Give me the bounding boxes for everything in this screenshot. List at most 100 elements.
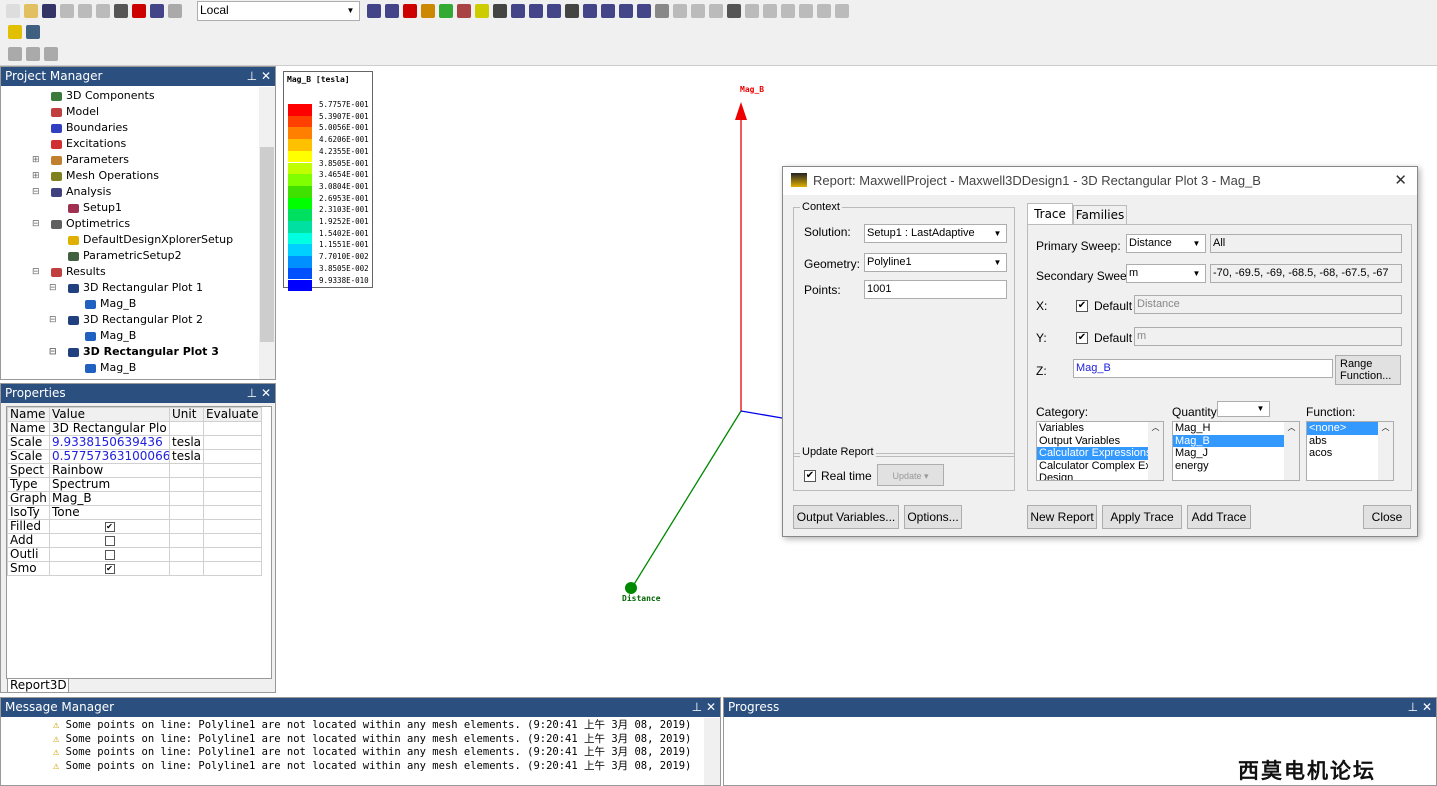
- category-list[interactable]: Variables Output Variables Calculator Expr…: [1036, 421, 1164, 481]
- primary-sweep-values[interactable]: All: [1210, 234, 1402, 253]
- property-value[interactable]: Tone: [49, 505, 170, 520]
- y-default-checkbox[interactable]: ✔: [1076, 331, 1088, 344]
- toolbar-button-icon[interactable]: [511, 4, 525, 18]
- secondary-sweep-select[interactable]: m ▼: [1126, 264, 1206, 283]
- list-scrollbar[interactable]: ︿: [1378, 422, 1393, 480]
- list-item[interactable]: Output Variables: [1037, 435, 1163, 448]
- property-row[interactable]: Filled ✔: [7, 519, 263, 534]
- list-scrollbar[interactable]: ︿: [1284, 422, 1299, 480]
- apply-trace-button[interactable]: Apply Trace: [1102, 505, 1182, 529]
- pin-close-icons[interactable]: ⊥ ✕: [692, 698, 716, 717]
- property-row[interactable]: Name 3D Rectangular Plo: [7, 421, 263, 436]
- tree-item[interactable]: Mag_B: [1, 360, 275, 376]
- property-value[interactable]: [49, 533, 170, 548]
- tree-item[interactable]: ⊟ 3D Rectangular Plot 3: [1, 344, 275, 360]
- property-row[interactable]: Scale 0.57757363100066 tesla: [7, 449, 263, 464]
- toolbar-button-icon[interactable]: [367, 4, 381, 18]
- tree-item[interactable]: ⊟ Analysis: [1, 184, 275, 200]
- expand-toggle-icon[interactable]: ⊟: [32, 264, 40, 280]
- message-item[interactable]: ⚠ Some points on line: Polyline1 are not…: [53, 733, 720, 747]
- update-button[interactable]: Update ▾: [877, 464, 944, 486]
- property-row[interactable]: IsoTy Tone: [7, 505, 263, 520]
- tree-item[interactable]: ⊟ Results: [1, 264, 275, 280]
- toolbar-button-icon[interactable]: [150, 4, 164, 18]
- message-item[interactable]: ⚠ Some points on line: Polyline1 are not…: [53, 746, 720, 760]
- tree-item[interactable]: Setup1: [1, 200, 275, 216]
- tree-item[interactable]: DefaultDesignXplorerSetup: [1, 232, 275, 248]
- expand-toggle-icon[interactable]: ⊞: [32, 168, 40, 184]
- pin-close-icons[interactable]: ⊥ ✕: [1408, 698, 1432, 717]
- toolbar-button-icon[interactable]: [835, 4, 849, 18]
- options-button[interactable]: Options...: [904, 505, 962, 529]
- property-value[interactable]: [49, 547, 170, 562]
- property-value[interactable]: Mag_B: [49, 491, 170, 506]
- add-trace-button[interactable]: Add Trace: [1187, 505, 1251, 529]
- toolbar-button-icon[interactable]: [168, 4, 182, 18]
- checkbox[interactable]: ✔: [104, 563, 115, 574]
- property-row[interactable]: Type Spectrum: [7, 477, 263, 492]
- expand-toggle-icon[interactable]: ⊟: [32, 216, 40, 232]
- quantity-list[interactable]: Mag_H Mag_B Mag_J energy ︿: [1172, 421, 1300, 481]
- context-help-icon[interactable]: [26, 25, 40, 39]
- toolbar-button-icon[interactable]: [673, 4, 687, 18]
- list-item[interactable]: Design: [1037, 472, 1163, 480]
- z-input[interactable]: Mag_B: [1073, 359, 1333, 378]
- close-button[interactable]: Close: [1363, 505, 1411, 529]
- list-scrollbar[interactable]: ︿: [1148, 422, 1163, 480]
- property-value[interactable]: ✔: [49, 519, 170, 534]
- tree-item[interactable]: ⊟ 3D Rectangular Plot 2: [1, 312, 275, 328]
- toolbar-button-icon[interactable]: [385, 4, 399, 18]
- toolbar-button-icon[interactable]: [60, 4, 74, 18]
- tab-report3d[interactable]: Report3D: [7, 678, 69, 693]
- expand-toggle-icon[interactable]: ⊟: [49, 312, 57, 328]
- property-value[interactable]: 0.57757363100066: [49, 449, 170, 464]
- toolbar-button-icon[interactable]: [114, 4, 128, 18]
- list-item[interactable]: Calculator Complex Exp: [1037, 460, 1163, 473]
- property-row[interactable]: Smo ✔: [7, 561, 263, 576]
- list-item[interactable]: energy: [1173, 460, 1299, 473]
- close-icon[interactable]: ✕: [1394, 171, 1407, 189]
- list-item[interactable]: Calculator Expressions: [1037, 447, 1163, 460]
- primary-sweep-select[interactable]: Distance ▼: [1126, 234, 1206, 253]
- toolbar-button-icon[interactable]: [619, 4, 633, 18]
- toolbar-button-icon[interactable]: [763, 4, 777, 18]
- tool-icon[interactable]: [8, 47, 22, 61]
- message-item[interactable]: ⚠ Some points on line: Polyline1 are not…: [53, 760, 720, 774]
- toolbar-button-icon[interactable]: [132, 4, 146, 18]
- tool-icon[interactable]: [44, 47, 58, 61]
- property-row[interactable]: Graph Mag_B: [7, 491, 263, 506]
- property-value[interactable]: 9.9338150639436: [49, 435, 170, 450]
- toolbar-button-icon[interactable]: [637, 4, 651, 18]
- property-row[interactable]: Outli: [7, 547, 263, 562]
- toolbar-button-icon[interactable]: [583, 4, 597, 18]
- toolbar-button-icon[interactable]: [781, 4, 795, 18]
- pin-close-icons[interactable]: ⊥ ✕: [247, 384, 271, 403]
- property-row[interactable]: Add: [7, 533, 263, 548]
- geometry-select[interactable]: Polyline1 ▼: [864, 253, 1007, 272]
- function-list[interactable]: <none> abs acos ︿: [1306, 421, 1394, 481]
- tree-item[interactable]: Mag_B: [1, 328, 275, 344]
- solver-location-select[interactable]: Local ▼: [197, 1, 360, 21]
- toolbar-button-icon[interactable]: [691, 4, 705, 18]
- toolbar-button-icon[interactable]: [817, 4, 831, 18]
- property-row[interactable]: Scale 9.9338150639436 tesla: [7, 435, 263, 450]
- tool-icon[interactable]: [26, 47, 40, 61]
- list-item[interactable]: Mag_H: [1173, 422, 1299, 435]
- tree-item[interactable]: ⊟ 3D Rectangular Plot 1: [1, 280, 275, 296]
- property-row[interactable]: Spect Rainbow: [7, 463, 263, 478]
- checkbox[interactable]: ✔: [104, 521, 115, 532]
- column-header[interactable]: Evaluate: [203, 407, 263, 422]
- property-value[interactable]: 3D Rectangular Plo: [49, 421, 170, 436]
- pin-close-icons[interactable]: ⊥ ✕: [247, 67, 271, 86]
- toolbar-button-icon[interactable]: [799, 4, 813, 18]
- toolbar-button-icon[interactable]: [547, 4, 561, 18]
- quantity-filter-select[interactable]: ▼: [1217, 401, 1270, 417]
- toolbar-button-icon[interactable]: [475, 4, 489, 18]
- tree-item[interactable]: ⊟ Optimetrics: [1, 216, 275, 232]
- tree-item[interactable]: Boundaries: [1, 120, 275, 136]
- list-item[interactable]: Mag_B: [1173, 434, 1299, 447]
- tree-scrollbar[interactable]: [259, 87, 275, 379]
- tree-item[interactable]: 3D Components: [1, 88, 275, 104]
- tree-item[interactable]: ⊞ Mesh Operations: [1, 168, 275, 184]
- toolbar-button-icon[interactable]: [439, 4, 453, 18]
